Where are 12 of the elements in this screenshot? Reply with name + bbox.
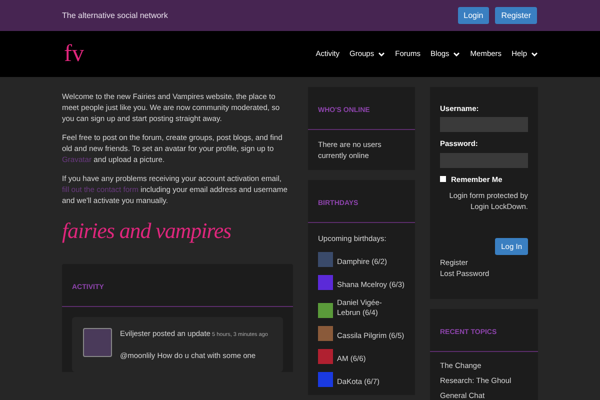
banner-logo: fairies and vampires: [62, 217, 232, 245]
chevron-down-icon: [378, 52, 386, 56]
remember-checkbox[interactable]: [440, 176, 446, 182]
avatar-placeholder: [83, 328, 112, 357]
password-field[interactable]: [440, 152, 528, 168]
username-field[interactable]: [440, 117, 528, 132]
header-button[interactable]: Login: [458, 7, 490, 24]
chevron-down-icon: [531, 52, 538, 56]
tagline: The alternative social network: [62, 10, 168, 22]
chevron-down-icon: [453, 52, 460, 56]
site-logo[interactable]: fv: [64, 42, 84, 66]
header-button[interactable]: Register: [495, 7, 537, 24]
